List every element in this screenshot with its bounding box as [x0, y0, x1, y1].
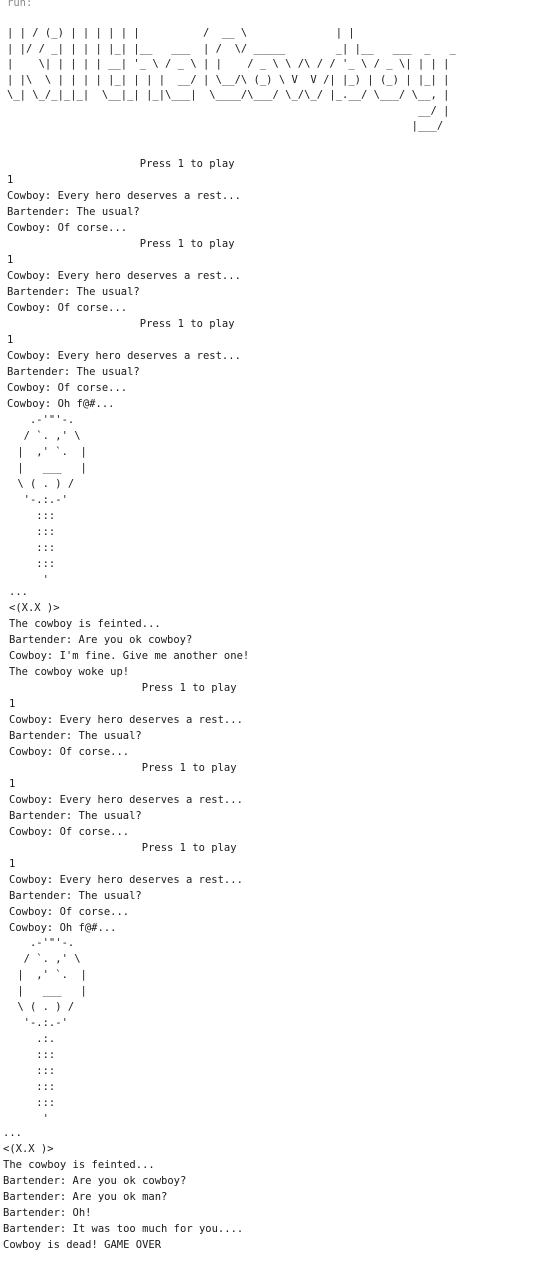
- console-line: Bartender: Are you ok cowboy?: [3, 1175, 187, 1187]
- console-line: 1: [7, 254, 14, 266]
- console-line: <(X.X )>: [3, 1143, 54, 1155]
- console-output: run: | | / (_) | | | | | | / __ \ | | | …: [0, 0, 538, 1265]
- console-line: Cowboy: Every hero deserves a rest...: [7, 190, 241, 202]
- console-line: Bartender: The usual?: [7, 366, 140, 378]
- ascii-title-banner: | | / (_) | | | | | | / __ \ | | | |/ / …: [7, 27, 456, 132]
- console-line: 1: [9, 858, 16, 870]
- console-line: Bartender: The usual?: [9, 730, 142, 742]
- console-line: Cowboy: Every hero deserves a rest...: [9, 714, 243, 726]
- console-line: 1: [9, 778, 16, 790]
- console-line: Cowboy: Every hero deserves a rest...: [7, 350, 241, 362]
- ascii-cowboy-art-2: .-'"'-. / `. ,' \ | ,' `. | | ___ | \ ( …: [17, 937, 87, 1125]
- console-line: Cowboy: Oh f@#...: [7, 398, 115, 410]
- console-line: Press 1 to play: [9, 682, 237, 694]
- console-line: Cowboy: Of corse...: [7, 382, 128, 394]
- console-line: Cowboy is dead! GAME OVER: [3, 1239, 162, 1251]
- console-line: Press 1 to play: [7, 238, 235, 250]
- console-line: Cowboy: Of corse...: [9, 906, 130, 918]
- output-block-3: ... <(X.X )> The cowboy is feinted... Barte…: [3, 1125, 243, 1253]
- console-line: 1: [7, 174, 14, 186]
- console-line: Bartender: The usual?: [9, 810, 142, 822]
- console-line: Cowboy: Of corse...: [9, 746, 130, 758]
- output-block-1: Press 1 to play 1 Cowboy: Every hero deser…: [7, 156, 241, 412]
- console-line: ...: [3, 1127, 22, 1139]
- console-line: The cowboy is feinted...: [3, 1159, 155, 1171]
- console-line: Cowboy: Every hero deserves a rest...: [9, 874, 243, 886]
- console-line: Press 1 to play: [7, 318, 235, 330]
- console-line: 1: [9, 698, 16, 710]
- console-line: Bartender: Are you ok man?: [3, 1191, 168, 1203]
- console-line: Press 1 to play: [9, 842, 237, 854]
- console-line: Cowboy: Of corse...: [9, 826, 130, 838]
- console-line: Cowboy: Every hero deserves a rest...: [7, 270, 241, 282]
- console-line: Bartender: It was too much for you....: [3, 1223, 244, 1235]
- console-line: <(X.X )>: [9, 602, 60, 614]
- console-line: The cowboy woke up!: [9, 666, 130, 678]
- console-line: Cowboy: I'm fine. Give me another one!: [9, 650, 250, 662]
- console-line: Bartender: The usual?: [9, 890, 142, 902]
- console-line: Bartender: The usual?: [7, 206, 140, 218]
- console-line: ...: [9, 586, 28, 598]
- console-line: Press 1 to play: [9, 762, 237, 774]
- console-line: Cowboy: Every hero deserves a rest...: [9, 794, 243, 806]
- console-line: Bartender: Are you ok cowboy?: [9, 634, 193, 646]
- console-line: Bartender: The usual?: [7, 286, 140, 298]
- console-line: Cowboy: Of corse...: [7, 302, 128, 314]
- console-line: Cowboy: Oh f@#...: [9, 922, 117, 934]
- console-line: 1: [7, 334, 14, 346]
- output-block-2: ... <(X.X )> The cowboy is feinted... Barte…: [9, 584, 249, 936]
- ascii-cowboy-art-1: .-'"'-. / `. ,' \ | ,' `. | | ___ | \ ( …: [17, 414, 87, 586]
- console-line: Bartender: Oh!: [3, 1207, 92, 1219]
- console-line: Cowboy: Of corse...: [7, 222, 128, 234]
- console-line: The cowboy is feinted...: [9, 618, 161, 630]
- run-label: run:: [7, 0, 33, 9]
- console-line: Press 1 to play: [7, 158, 235, 170]
